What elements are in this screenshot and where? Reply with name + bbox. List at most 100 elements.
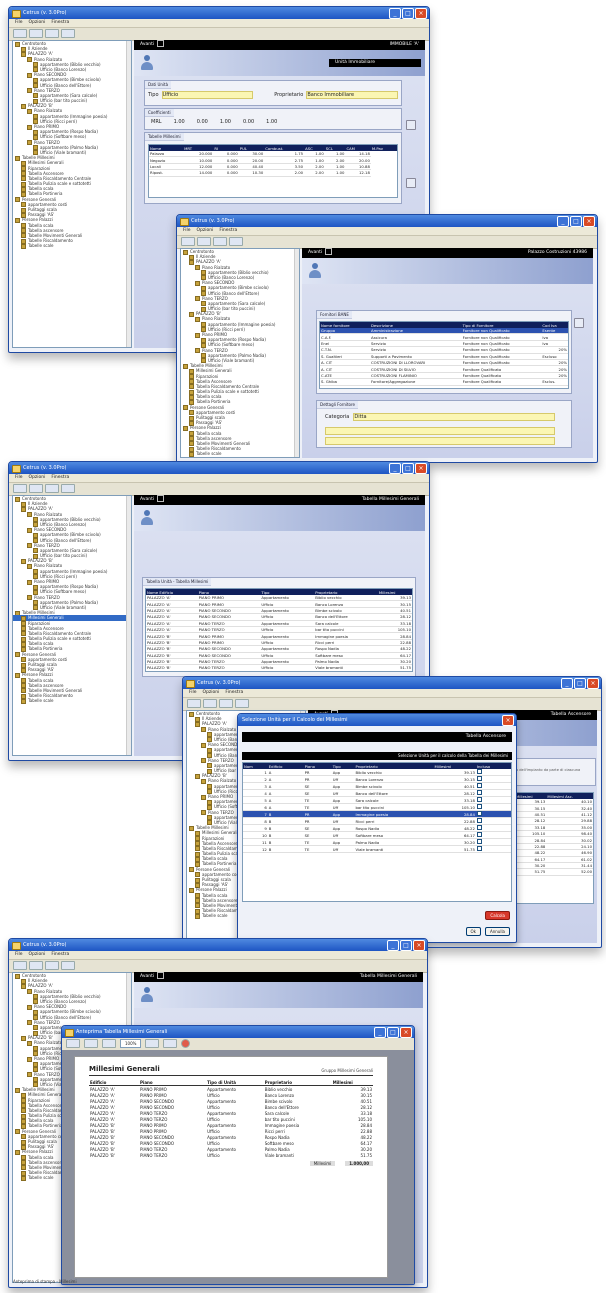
checkbox-icon[interactable] — [476, 769, 482, 774]
minimize-icon[interactable]: _ — [561, 678, 573, 689]
millesimi-grid[interactable]: Nome MRT RI PUL Combust. ASC SCL CAM M.Pav Palazz… — [148, 144, 398, 198]
export-icon[interactable] — [163, 1039, 178, 1048]
checkbox-icon[interactable] — [476, 846, 482, 851]
suppliers-grid[interactable]: Nome fornitore Descrizione Tipo di Fornito… — [319, 321, 569, 389]
save-icon[interactable] — [213, 237, 227, 246]
tree-scrollbar[interactable] — [126, 496, 131, 755]
maximize-icon[interactable]: □ — [402, 8, 414, 19]
title-bar[interactable]: Cetrus (v. 3.0Pro) _ □ × — [9, 462, 429, 474]
checkbox-icon[interactable] — [476, 839, 482, 844]
close-icon[interactable]: × — [583, 216, 595, 227]
stop-icon[interactable] — [181, 1039, 191, 1048]
table-row[interactable]: 2 A PR Uff Banco Lorenzo 30.15 — [243, 775, 511, 783]
table-row[interactable]: 3 A SE App Bimbe scivolo 40.51 — [243, 782, 511, 790]
include-checkbox[interactable] — [475, 824, 511, 832]
title-bar[interactable]: Cetrus (v. 3.0Pro) _ □ × — [177, 215, 597, 227]
tree-scrollbar[interactable] — [126, 41, 131, 347]
title-bar[interactable]: Cetrus (v. 3.0Pro) _ □ × — [9, 7, 429, 19]
owner-field[interactable]: Banco Immobiliare — [306, 91, 398, 99]
table-row[interactable]: S. Ghiba Fornitore/Aggregazione Fornitore … — [320, 378, 568, 386]
close-icon[interactable]: × — [415, 463, 427, 474]
checkbox-icon[interactable] — [476, 797, 482, 802]
table-row[interactable]: 11 B TE App Palmo Nadia 30.20 — [243, 838, 511, 846]
include-checkbox[interactable] — [475, 796, 511, 804]
print-icon[interactable] — [145, 1039, 160, 1048]
open-icon[interactable] — [29, 484, 43, 493]
first-page-icon[interactable] — [66, 1039, 80, 1048]
table-row[interactable]: 51.75 52.00 — [515, 868, 593, 876]
table-row[interactable]: 9 B SE App Rospo Nadia 48.22 — [243, 824, 511, 832]
menu-window[interactable]: Finestra — [219, 227, 237, 235]
next-page-icon[interactable] — [102, 1039, 116, 1048]
open-icon[interactable] — [29, 961, 43, 970]
include-checkbox[interactable] — [475, 845, 511, 853]
tree-scrollbar[interactable] — [294, 249, 299, 457]
table-row[interactable]: 12 B TE Uff Viale bramanti 51.75 — [243, 845, 511, 853]
menu-file[interactable]: File — [15, 951, 23, 959]
menu-file[interactable]: File — [15, 19, 23, 27]
open-icon[interactable] — [29, 29, 43, 38]
menu-window[interactable]: Finestra — [51, 474, 69, 482]
checkbox-icon[interactable] — [476, 832, 482, 837]
back-button[interactable]: Avanti — [140, 495, 165, 505]
column-header[interactable]: M.Pav — [370, 145, 397, 151]
include-checkbox[interactable] — [475, 789, 511, 797]
navigation-tree[interactable]: Centrotonto Il Aziende PALAZZO 'A' Piano Ri… — [12, 40, 132, 348]
menu-options[interactable]: Opzioni — [29, 19, 46, 27]
include-checkbox[interactable] — [475, 782, 511, 790]
title-bar[interactable]: Cetrus (v. 3.0Pro) _ □ × — [183, 677, 601, 689]
save-icon[interactable] — [45, 484, 59, 493]
cancel-button[interactable]: Annulla — [484, 927, 510, 936]
include-checkbox[interactable] — [475, 831, 511, 839]
dialog-close-icon[interactable]: × — [502, 715, 514, 726]
table-row[interactable]: Ripost. 14.000 0.000 10.30 2.00 2.00 1.00 12.18 — [149, 169, 397, 177]
table-row[interactable]: 10 B SE Uff Softbare meso 64.17 — [243, 831, 511, 839]
print-icon[interactable] — [61, 961, 75, 970]
minimize-icon[interactable]: _ — [389, 463, 401, 474]
print-icon[interactable] — [61, 484, 75, 493]
minimize-icon[interactable]: _ — [389, 8, 401, 19]
maximize-icon[interactable]: □ — [387, 1027, 399, 1038]
table-row[interactable]: 4 A SE Uff Banco dell'Ettore 28.12 — [243, 789, 511, 797]
menu-window[interactable]: Finestra — [51, 19, 69, 27]
coeff-2[interactable]: 0.00 — [197, 119, 208, 125]
nav-arrow-icon[interactable] — [157, 40, 165, 47]
checkbox-icon[interactable] — [476, 776, 482, 781]
zoom-select[interactable]: 100% — [120, 1039, 142, 1048]
category-field[interactable]: Ditta — [353, 413, 556, 421]
new-icon[interactable] — [13, 484, 27, 493]
open-icon[interactable] — [197, 237, 211, 246]
save-icon[interactable] — [219, 699, 233, 708]
checkbox-icon[interactable] — [476, 818, 482, 823]
tree-node[interactable]: Tabelle scale — [13, 698, 131, 704]
navigation-tree[interactable]: Centrotonto Il Aziende PALAZZO 'A' Piano Ri… — [180, 248, 300, 458]
table-row[interactable]: 7 B PR App Immagine poesia 28.84 — [243, 810, 511, 818]
preview-title-bar[interactable]: Anteprima Tabella Millesimi Generali _ □ × — [62, 1026, 414, 1038]
back-button[interactable]: Avanti — [140, 40, 165, 50]
print-icon[interactable] — [235, 699, 249, 708]
menu-options[interactable]: Opzioni — [29, 951, 46, 959]
checkbox-icon[interactable] — [476, 811, 482, 816]
menu-options[interactable]: Opzioni — [197, 227, 214, 235]
units-grid[interactable]: Nome Edificio Piano Tipo Proprietario Milles… — [145, 588, 413, 672]
minimize-icon[interactable]: _ — [374, 1027, 386, 1038]
edit-icon[interactable] — [406, 120, 416, 130]
table-row[interactable]: PALAZZO 'B' PIANO TERZO Ufficio Viale brama… — [89, 1152, 373, 1158]
open-icon[interactable] — [203, 699, 217, 708]
coeff-4[interactable]: 0.00 — [243, 119, 254, 125]
prev-page-icon[interactable] — [84, 1039, 98, 1048]
print-icon[interactable] — [61, 29, 75, 38]
minimize-icon[interactable]: _ — [557, 216, 569, 227]
close-icon[interactable]: × — [413, 940, 425, 951]
maximize-icon[interactable]: □ — [402, 463, 414, 474]
maximize-icon[interactable]: □ — [570, 216, 582, 227]
include-checkbox[interactable] — [475, 838, 511, 846]
back-button[interactable]: Avanti — [308, 248, 333, 258]
edit-icon[interactable] — [574, 318, 584, 328]
navigation-tree[interactable]: Centrotonto Il Aziende PALAZZO 'A' Piano Ri… — [12, 495, 132, 756]
close-icon[interactable]: × — [415, 8, 427, 19]
menu-window[interactable]: Finestra — [225, 689, 243, 697]
detail-field-2[interactable] — [325, 427, 555, 435]
new-icon[interactable] — [13, 29, 27, 38]
back-button[interactable]: Avanti — [140, 972, 165, 982]
